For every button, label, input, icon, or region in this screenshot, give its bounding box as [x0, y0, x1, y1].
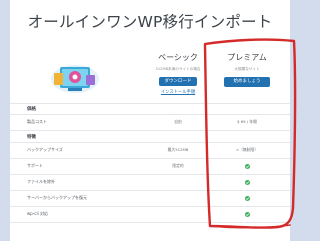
- check-icon: [244, 195, 250, 201]
- divider: [10, 174, 290, 175]
- install-instructions-link[interactable]: インストール手順: [150, 89, 206, 95]
- plan-premium-name: プレミアム: [227, 53, 267, 62]
- premium-feature-cell: [216, 179, 278, 185]
- row-label: 製品コスト: [27, 119, 47, 124]
- plan-premium-subtitle: 大規模なサイト: [234, 67, 260, 71]
- table-row: ファイルを除外: [10, 177, 290, 186]
- basic-value: 自由: [174, 119, 182, 124]
- plan-basic-subtitle: 512MB未満のサイトの場合: [155, 67, 201, 71]
- divider: [10, 130, 290, 131]
- table-row: サーバーからバックアップを復元: [10, 193, 290, 202]
- row-label: ファイルを除外: [27, 179, 55, 184]
- section-features: 特徴: [27, 135, 36, 140]
- plan-basic: ベーシック 512MB未満のサイトの場合 ダウンロード インストール手順: [150, 52, 206, 95]
- premium-feature-cell: [216, 195, 278, 201]
- basic-value: 限定的: [172, 163, 184, 168]
- row-label: wp-cli 対応: [27, 211, 48, 216]
- row-label: バックアップサイズ: [27, 147, 63, 152]
- section-price: 価格: [27, 107, 36, 112]
- table-row: 製品コスト 自由 $ 69 / 年間: [10, 117, 290, 126]
- divider: [10, 206, 290, 207]
- download-button[interactable]: ダウンロード: [159, 77, 197, 86]
- premium-value: $ 69 / 年間: [237, 119, 257, 124]
- row-label: サーバーからバックアップを復元: [27, 195, 87, 200]
- check-icon: [244, 163, 250, 169]
- divider: [10, 158, 290, 159]
- premium-feature-cell: [216, 163, 278, 169]
- table-row: バックアップサイズ 最大512MB ∞（無制限）: [10, 145, 290, 154]
- check-icon: [244, 179, 250, 185]
- check-icon: [244, 211, 250, 217]
- get-started-button[interactable]: 始めましょう: [224, 77, 270, 87]
- basic-value: 最大512MB: [167, 147, 189, 152]
- divider: [10, 142, 290, 143]
- divider: [10, 114, 290, 115]
- hero-illustration: [51, 65, 99, 93]
- premium-value: ∞（無制限）: [235, 147, 259, 152]
- premium-feature-cell: [216, 211, 278, 217]
- divider: [10, 222, 290, 223]
- pricing-card: オールインワンWP移行インポート ベーシック 512MB未満のサイトの場合 ダウ…: [10, 0, 290, 241]
- divider: [10, 190, 290, 191]
- page-title: オールインワンWP移行インポート: [27, 13, 273, 31]
- row-label: サポート: [27, 163, 43, 168]
- plan-basic-name: ベーシック: [158, 53, 198, 62]
- table-row: サポート 限定的: [10, 161, 290, 170]
- divider: [10, 103, 290, 104]
- plan-premium: プレミアム 大規模なサイト 始めましょう: [216, 52, 278, 87]
- table-row: wp-cli 対応: [10, 209, 290, 218]
